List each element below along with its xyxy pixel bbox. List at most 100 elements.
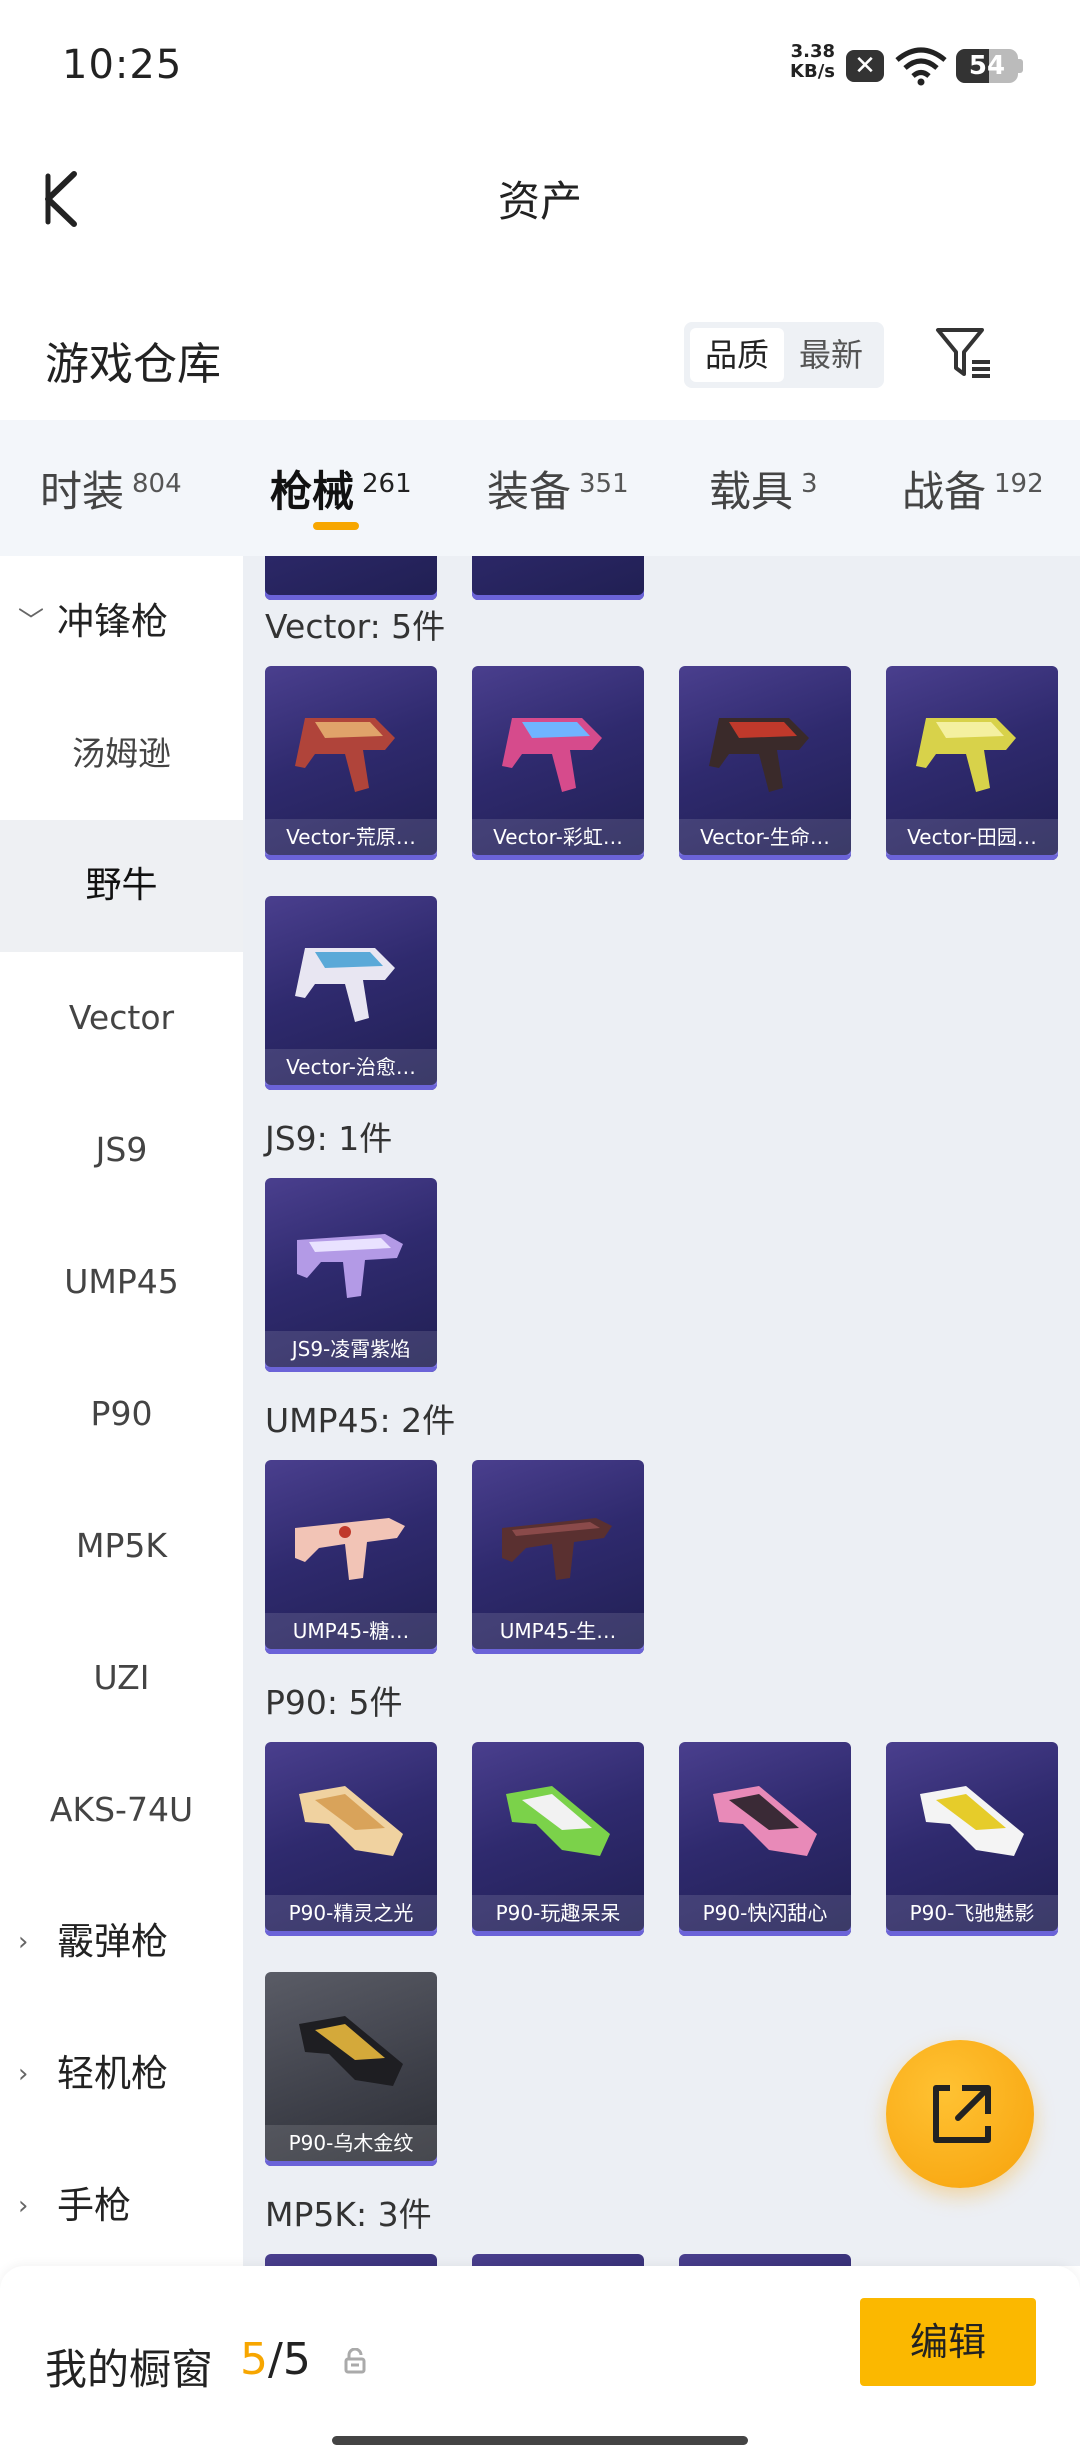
- sidebar-item-bizon[interactable]: 野牛: [0, 820, 243, 952]
- smg-skin-image: [506, 1786, 610, 1856]
- tab-label: 枪械: [270, 467, 355, 516]
- sort-quality-button[interactable]: 品质: [690, 328, 784, 382]
- weapon-card-name: JS9-凌霄紫焰: [265, 1331, 437, 1367]
- sidebar-category-smg[interactable]: ﹀ 冲锋枪: [0, 556, 243, 688]
- weapon-card-partial[interactable]: [472, 2254, 644, 2266]
- weapon-card-name: UMP45-糖…: [265, 1613, 437, 1649]
- weapon-card[interactable]: P90-精灵之光: [265, 1742, 437, 1936]
- sidebar-item-js9[interactable]: JS9: [0, 1084, 243, 1216]
- sort-newest-button[interactable]: 最新: [784, 328, 878, 382]
- status-time: 10:25: [62, 42, 183, 88]
- battery-tip: [1018, 59, 1023, 73]
- weapon-card[interactable]: Vector-生命…: [679, 666, 851, 860]
- sidebar-item-vector[interactable]: Vector: [0, 952, 243, 1084]
- wifi-icon: [895, 47, 947, 86]
- sidebar-item-ump45[interactable]: UMP45: [0, 1216, 243, 1348]
- weapon-card[interactable]: UMP45-生…: [472, 1460, 644, 1654]
- showcase-bar: 我的橱窗 5/5 编辑: [0, 2266, 1080, 2460]
- weapon-card-partial[interactable]: [472, 556, 644, 600]
- chevron-right-icon: ›: [18, 2059, 29, 2089]
- group-title-js9: JS9: 1件: [265, 1119, 393, 1158]
- sidebar-item-p90[interactable]: P90: [0, 1348, 243, 1480]
- smg-skin-image: [297, 1234, 403, 1298]
- smg-skin-image: [295, 718, 395, 792]
- showcase-separator: /: [268, 2334, 283, 2385]
- weapon-card[interactable]: P90-乌木金纹: [265, 1972, 437, 2166]
- showcase-current: 5: [240, 2334, 268, 2385]
- weapon-card-name: Vector-彩虹…: [472, 819, 644, 855]
- smg-skin-image: [299, 2016, 403, 2086]
- battery-level: 54: [968, 51, 1006, 81]
- home-indicator[interactable]: [332, 2436, 748, 2445]
- weapon-sidebar: ﹀ 冲锋枪 汤姆逊 野牛 Vector JS9 UMP45 P90 MP5K U…: [0, 556, 243, 2266]
- weapon-card[interactable]: UMP45-糖…: [265, 1460, 437, 1654]
- edit-button[interactable]: 编辑: [860, 2298, 1036, 2386]
- weapon-grid: Vector: 5件 Vector-荒原… Vector-彩虹… Vector-…: [243, 556, 1080, 2266]
- sidebar-item-uzi[interactable]: UZI: [0, 1612, 243, 1744]
- sidebar-category-shotgun[interactable]: › 霰弹枪: [0, 1876, 243, 2008]
- sidebar-category-lmg[interactable]: › 轻机枪: [0, 2008, 243, 2140]
- weapon-card-partial[interactable]: [265, 556, 437, 600]
- weapon-card[interactable]: Vector-荒原…: [265, 666, 437, 860]
- sidebar-category-label: 手枪: [57, 2184, 131, 2227]
- net-speed-value: 3.38: [790, 41, 835, 62]
- smg-skin-image: [299, 1786, 403, 1856]
- smg-skin-image: [916, 718, 1016, 792]
- weapon-card-name: P90-快闪甜心: [679, 1895, 851, 1931]
- weapon-card-name: P90-乌木金纹: [265, 2125, 437, 2161]
- smg-skin-image: [295, 1518, 405, 1580]
- sidebar-category-label: 冲锋枪: [57, 600, 168, 643]
- chevron-right-icon: ›: [18, 1927, 29, 1957]
- group-title-vector: Vector: 5件: [265, 607, 446, 646]
- tab-vehicles[interactable]: 载具 3: [709, 458, 818, 528]
- sidebar-item-aks74u[interactable]: AKS-74U: [0, 1744, 243, 1876]
- weapon-card-partial[interactable]: [265, 2254, 437, 2266]
- tab-count: 3: [801, 469, 818, 499]
- tab-count: 192: [994, 469, 1044, 499]
- category-tabs: 时装 804 枪械 261 装备 351 载具 3 战备 192: [0, 420, 1080, 556]
- weapon-card-name: P90-精灵之光: [265, 1895, 437, 1931]
- tab-label: 时装: [40, 467, 125, 516]
- weapon-card[interactable]: P90-玩趣呆呆: [472, 1742, 644, 1936]
- weapon-card[interactable]: JS9-凌霄紫焰: [265, 1178, 437, 1372]
- showcase-total: 5: [282, 2334, 311, 2385]
- battery-icon: 54: [956, 49, 1018, 83]
- weapon-card-name: P90-飞驰魅影: [886, 1895, 1058, 1931]
- chevron-right-icon: ›: [18, 2191, 29, 2221]
- tab-fashion[interactable]: 时装 804: [40, 458, 182, 528]
- smg-skin-image: [920, 1786, 1024, 1856]
- tab-count: 351: [579, 469, 629, 499]
- sidebar-category-pistol[interactable]: › 手枪: [0, 2140, 243, 2266]
- tab-weapons[interactable]: 枪械 261: [270, 458, 412, 528]
- tab-supplies[interactable]: 战备 192: [902, 458, 1044, 528]
- weapon-card-name: Vector-治愈…: [265, 1049, 437, 1085]
- weapon-card[interactable]: P90-飞驰魅影: [886, 1742, 1058, 1936]
- tab-count: 261: [362, 469, 412, 499]
- share-button[interactable]: [886, 2040, 1034, 2188]
- smg-skin-image: [709, 718, 809, 792]
- sidebar-item-thompson[interactable]: 汤姆逊: [0, 688, 243, 820]
- sidebar-item-mp5k[interactable]: MP5K: [0, 1480, 243, 1612]
- weapon-card-partial[interactable]: [679, 2254, 851, 2266]
- sidebar-category-label: 轻机枪: [57, 2052, 168, 2095]
- weapon-card[interactable]: Vector-田园…: [886, 666, 1058, 860]
- warehouse-title: 游戏仓库: [45, 339, 221, 390]
- group-title-p90: P90: 5件: [265, 1683, 403, 1722]
- smg-skin-image: [713, 1786, 817, 1856]
- smg-skin-image: [502, 718, 602, 792]
- active-tab-indicator: [313, 522, 359, 530]
- weapon-card-name: P90-玩趣呆呆: [472, 1895, 644, 1931]
- weapon-card-name: Vector-荒原…: [265, 819, 437, 855]
- weapon-card[interactable]: Vector-彩虹…: [472, 666, 644, 860]
- weapon-card[interactable]: P90-快闪甜心: [679, 1742, 851, 1936]
- weapon-card-name: Vector-田园…: [886, 819, 1058, 855]
- status-bar: 10:25 3.38 KB/s ✕ 54: [0, 0, 1080, 130]
- tab-equipment[interactable]: 装备 351: [487, 458, 629, 528]
- weapon-card[interactable]: Vector-治愈…: [265, 896, 437, 1090]
- sort-toggle: 品质 最新: [684, 322, 884, 388]
- no-sim-icon: ✕: [846, 50, 884, 82]
- showcase-label: 我的橱窗: [45, 2345, 214, 2394]
- tab-count: 804: [132, 469, 182, 499]
- chevron-down-icon: ﹀: [18, 607, 45, 637]
- filter-icon[interactable]: [934, 324, 994, 384]
